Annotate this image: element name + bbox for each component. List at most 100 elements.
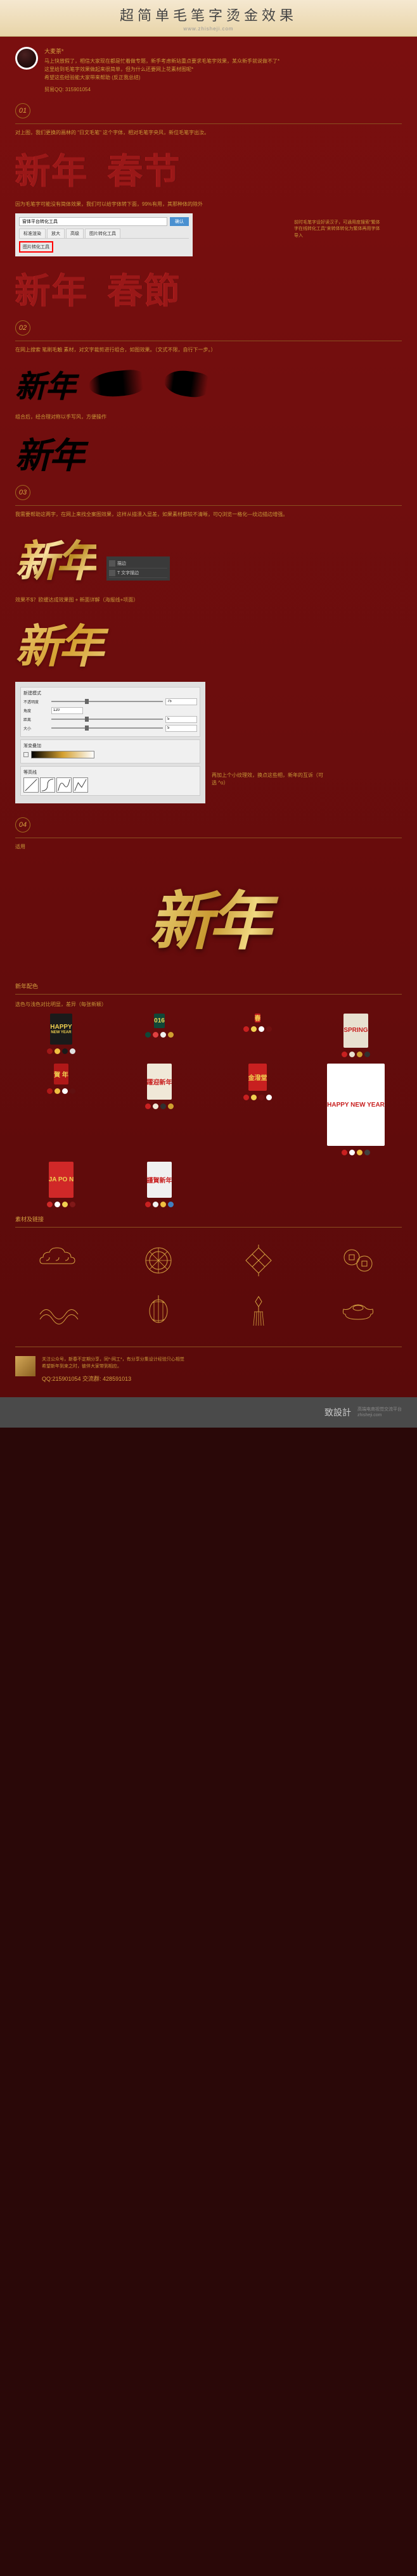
tool-row[interactable]: T 文字描边 (109, 569, 167, 578)
color-swatches (47, 1088, 75, 1094)
ornament-coin-icon (315, 1241, 402, 1279)
poster-thumbnail: 謹賀新年 (147, 1162, 172, 1198)
color-swatch (349, 1150, 355, 1155)
font-sample-row: 新年 春节 (15, 143, 402, 194)
poster-cell: JA PO N (15, 1162, 107, 1207)
poster-cell: SPRING (310, 1014, 402, 1058)
sample-text: 新年 (15, 143, 89, 194)
color-swatches (243, 1095, 272, 1100)
color-swatch (145, 1103, 151, 1109)
ps-opacity-slider[interactable] (51, 701, 163, 702)
color-swatch (70, 1048, 75, 1054)
color-swatch (145, 1202, 151, 1207)
author-intro: 大麦茶* 马上快放假了，相信大家现在都是忙着做专题，新手考虑新站重点要求毛笔宇效… (15, 47, 402, 94)
poster-cell: 金潑堂 (212, 1064, 304, 1155)
step-number-03: 03 (15, 485, 30, 500)
ornament-grid (15, 1234, 402, 1338)
poster-thumbnail: HAPPY NEW YEAR (327, 1064, 385, 1146)
ps-gradient-bar[interactable] (31, 751, 94, 758)
converter-input[interactable] (19, 217, 167, 226)
converter-tab[interactable]: 标准渲染 (19, 229, 46, 238)
poster-grid: HAPPYNEW YEAR 016 春 SPRING 賀 年躍迎新年 金潑堂 HAPPY N… (15, 1014, 402, 1208)
converter-tab[interactable]: 放大 (47, 229, 65, 238)
ps-contour-option[interactable] (23, 777, 39, 793)
step-02-desc: 在网上搜索 笔刷毛触 素材，对文字裁剪进行组合，如图效果。（文式不限，自行下一步… (15, 341, 402, 354)
converter-submit-button[interactable]: 确认 (170, 217, 189, 226)
poster-text: SPRING (343, 1027, 368, 1034)
ps-distance-input[interactable] (165, 716, 197, 723)
ps-distance-slider[interactable] (51, 719, 163, 720)
color-swatch (55, 1088, 60, 1094)
author-name: 大麦茶* (44, 47, 279, 56)
poster-cell: 謹賀新年 (113, 1162, 205, 1207)
color-swatch (357, 1150, 362, 1155)
step-04-label: 适用 (15, 838, 402, 851)
ps-gradient-section: 渐变叠加 (20, 739, 200, 763)
poster-text: 躍迎新年 (147, 1077, 172, 1086)
poster-cell: HAPPYNEW YEAR (15, 1014, 107, 1058)
color-swatch (70, 1202, 75, 1207)
ornament-lantern-icon (115, 1292, 203, 1330)
brush-stroke-icon (87, 368, 146, 399)
ornament-ingot-icon (315, 1292, 402, 1330)
page-header: 超简单毛笔字烫金效果 www.zhisheji.com (0, 0, 417, 37)
color-swatches (342, 1150, 370, 1155)
photoshop-layer-style-dialog: 新建模式 不透明度 角度 距离 大小 渐变叠加 等高线 (15, 682, 205, 803)
color-swatch (62, 1202, 68, 1207)
ps-label: 不透明度 (23, 699, 49, 705)
color-swatch (145, 1032, 151, 1038)
ps-bevel-section: 新建模式 不透明度 角度 距离 大小 (20, 687, 200, 737)
ps-section-title: 新建模式 (23, 690, 197, 696)
trace-tool-icon (109, 560, 115, 567)
step-03-side-note: 再加上个小纹理效，换点这些相，新年的互诉（可选 ^o） (212, 772, 326, 787)
font-sample-row-traditional: 新年 春節 (15, 263, 402, 314)
ps-contour-option[interactable] (40, 777, 55, 793)
poster-text: HAPPY NEW YEAR (327, 1102, 385, 1109)
ps-size-input[interactable] (165, 725, 197, 732)
ps-size-slider[interactable] (51, 727, 163, 729)
converter-tab[interactable]: 高级 (66, 229, 84, 238)
ps-contour-option[interactable] (73, 777, 88, 793)
color-swatch (153, 1103, 158, 1109)
intro-line: 希望这些经验能大家带来帮助 (反正我总结) (44, 74, 279, 82)
color-swatch (251, 1026, 257, 1032)
ornament-cloud-icon (15, 1241, 103, 1279)
ps-opacity-input[interactable] (165, 698, 197, 705)
final-result-display: 新年 (15, 857, 402, 974)
color-swatch (342, 1150, 347, 1155)
tool-row[interactable]: 描边 (109, 559, 167, 569)
ps-contour-picker (23, 777, 197, 793)
poster-cell: 016 (113, 1014, 205, 1058)
sample-text: 春節 (108, 263, 181, 314)
ps-contour-section: 等高线 (20, 766, 200, 796)
gold-text-row: 新年 描边 T 文字描边 (15, 526, 402, 589)
sample-text: 新年 (15, 263, 89, 314)
color-swatch (62, 1048, 68, 1054)
footer-text-block: 关注公众号，新春不定期分享，同*-网工*，有分享分集设计经验只心相觉 希望新年到… (42, 1356, 184, 1383)
ai-tool-panel: 描边 T 文字描边 (106, 556, 170, 581)
converter-tab[interactable]: 图片转化工具 (85, 229, 120, 238)
ps-angle-input[interactable] (51, 707, 83, 714)
color-swatch (243, 1026, 249, 1032)
color-swatch (55, 1048, 60, 1054)
step-number-01: 01 (15, 103, 30, 118)
brush-combination-row: 新年 (15, 361, 402, 406)
ornament-knot-icon (215, 1241, 302, 1279)
color-swatch (364, 1150, 370, 1155)
color-swatch (251, 1095, 257, 1100)
color-swatch (243, 1095, 249, 1100)
brush-stroke-icon (163, 368, 212, 399)
ps-contour-option[interactable] (56, 777, 72, 793)
poster-text: 賀 年 (54, 1069, 68, 1079)
ps-checkbox[interactable] (23, 752, 29, 757)
step-03-desc: 我需要帮助这两字，在网上来找全案图效果，这样从描溃入显差，如果素材都较不清晰，可… (15, 505, 402, 518)
author-avatar (15, 47, 38, 70)
poster-thumbnail: 016 (154, 1014, 165, 1029)
color-swatch (259, 1095, 264, 1100)
text-tool-icon (109, 570, 115, 576)
converter-ui-screenshot: 确认 标准渲染 放大 高级 图片转化工具 图片转化工具 (15, 213, 193, 256)
poster-cell: 春 (212, 1014, 304, 1058)
poster-text: 016 (154, 1017, 165, 1024)
color-swatches (145, 1032, 174, 1038)
tutorial-footer: 关注公众号，新春不定期分享，同*-网工*，有分享分集设计经验只心相觉 希望新年到… (15, 1347, 402, 1387)
